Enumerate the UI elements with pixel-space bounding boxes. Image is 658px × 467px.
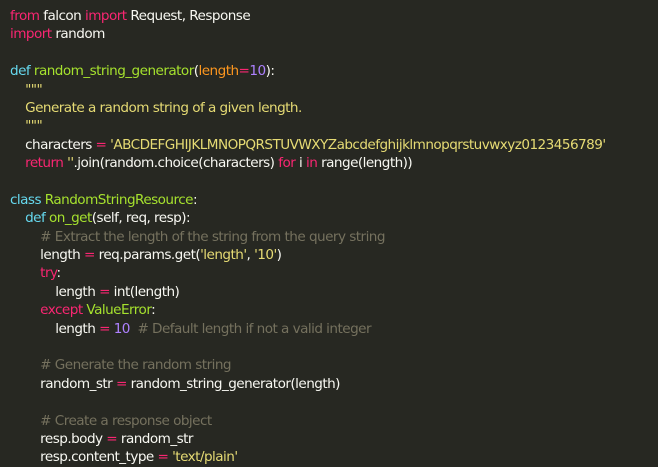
code-line: try: [10, 264, 658, 282]
code-token: random_str [10, 375, 116, 392]
code-line: import random [10, 25, 658, 43]
code-token: i [295, 155, 307, 172]
code-token: falcon [39, 8, 85, 24]
code-line: # Generate the random string [10, 356, 658, 374]
code-token: 10 [113, 320, 131, 337]
code-token: return [25, 155, 64, 172]
code-line: resp.content_type = 'text/plain' [10, 448, 658, 466]
code-line: ​ [10, 44, 658, 62]
code-token: : [192, 191, 198, 208]
code-token: resp.content_type [10, 449, 158, 466]
code-token: RandomStringResource [44, 191, 194, 208]
code-token: random_string_generator(length) [126, 375, 341, 392]
code-token: .join(random.choice(characters) [73, 155, 279, 172]
code-line: ​ [10, 393, 658, 411]
code-line: random_str = random_string_generator(len… [10, 375, 658, 393]
code-token: length [198, 63, 240, 80]
code-token: length [10, 320, 100, 337]
code-token: resp.body [10, 430, 107, 447]
code-token: = [238, 63, 250, 80]
code-token: class [10, 191, 42, 208]
code-line: length = int(length) [10, 283, 658, 301]
code-token: import [84, 8, 127, 24]
code-token: characters [10, 136, 96, 153]
code-token: req.params.get( [94, 247, 201, 264]
code-token: '10' [254, 247, 277, 264]
code-token: : [151, 302, 156, 319]
code-token: int(length) [109, 283, 180, 300]
code-token: range(length)) [317, 155, 413, 172]
code-token: : [56, 265, 62, 282]
code-token: Request, Response [126, 8, 251, 24]
code-token: length [10, 283, 100, 300]
code-line: length = req.params.get('length', '10') [10, 246, 658, 264]
code-token: try [40, 265, 57, 282]
code-line: # Extract the length of the string from … [10, 228, 658, 246]
code-token: except [40, 302, 83, 319]
code-token: for [278, 155, 296, 172]
code-token: (self, req, resp): [91, 210, 191, 227]
code-line: length = 10 # Default length if not a va… [10, 320, 658, 338]
code-token: 'ABCDEFGHIJKLMNOPQRSTUVWXYZabcdefghijklm… [110, 136, 606, 153]
code-token: Generate a random string of a given leng… [25, 99, 302, 116]
code-token: random_str [117, 430, 194, 447]
code-token: import [10, 26, 52, 43]
code-line: except ValueError: [10, 301, 658, 319]
code-line: ​ [10, 173, 658, 191]
code-token: def [10, 63, 31, 80]
code-token: in [306, 155, 318, 172]
code-token: = [106, 430, 118, 447]
code-token: # Default length if not a valid integer [137, 320, 372, 337]
code-line: # Create a response object [10, 412, 658, 430]
code-token: = [95, 136, 107, 153]
code-token: , [246, 247, 255, 264]
code-line: from falcon import Request, Response [10, 7, 658, 25]
code-token: random [51, 26, 105, 43]
code-token: def [25, 210, 46, 227]
code-line: def on_get(self, req, resp): [10, 209, 658, 227]
code-token: # Generate the random string [40, 357, 231, 374]
code-line: class RandomStringResource: [10, 191, 658, 209]
code-token: = [115, 375, 127, 392]
code-token: 'length' [200, 247, 247, 264]
code-token: """ [25, 81, 43, 98]
code-editor[interactable]: from falcon import Request, Response impo… [0, 0, 658, 465]
code-token: 10 [249, 63, 266, 80]
code-token: # Extract the length of the string from … [40, 228, 385, 245]
code-token: ) [276, 247, 282, 264]
code-token: from [10, 8, 40, 24]
code-line: """ [10, 117, 658, 135]
code-token: = [83, 247, 95, 264]
code-token: length [10, 247, 84, 264]
code-token: # Create a response object [40, 412, 212, 429]
code-token: on_get [49, 210, 92, 227]
code-token: ): [265, 63, 275, 80]
code-line: return ''.join(random.choice(characters)… [10, 154, 658, 172]
code-token: = [157, 449, 169, 466]
code-line: resp.body = random_str [10, 430, 658, 448]
code-line: characters = 'ABCDEFGHIJKLMNOPQRSTUVWXYZ… [10, 136, 658, 154]
code-token: = [99, 320, 110, 337]
code-token: = [99, 283, 110, 300]
code-line: Generate a random string of a given leng… [10, 99, 658, 117]
code-token: 'text/plain' [172, 449, 238, 466]
code-line: ​ [10, 338, 658, 356]
code-token: """ [25, 118, 43, 135]
code-line: def random_string_generator(length=10): [10, 62, 658, 80]
code-line: """ [10, 81, 658, 99]
code-token: random_string_generator [33, 63, 194, 80]
code-token: ValueError [86, 302, 152, 319]
